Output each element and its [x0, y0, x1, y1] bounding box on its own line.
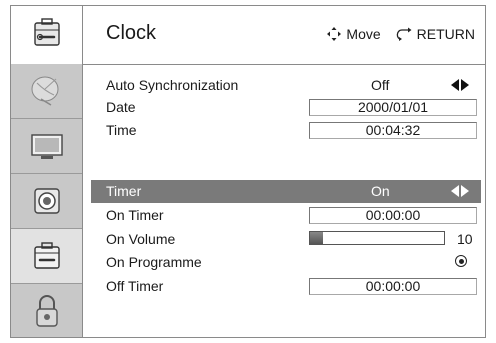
on-volume-label: On Volume — [106, 231, 176, 247]
off-timer-field[interactable]: 00:00:00 — [309, 278, 477, 295]
on-timer-field[interactable]: 00:00:00 — [309, 207, 477, 224]
four-way-arrows-icon — [327, 27, 342, 41]
auto-sync-label: Auto Synchronization — [106, 77, 239, 93]
sidebar-item-channels[interactable] — [11, 64, 82, 119]
timer-label: Timer — [106, 183, 142, 199]
sidebar-item-sound[interactable] — [11, 174, 82, 229]
volume-slider-fill — [310, 232, 324, 244]
on-timer-label: On Timer — [106, 207, 164, 223]
speaker-icon — [33, 188, 60, 214]
timer-value: On — [371, 183, 390, 199]
satellite-dish-icon — [31, 76, 58, 106]
timer-row[interactable]: Timer On — [91, 180, 481, 203]
return-arrow-icon — [396, 27, 412, 41]
left-right-arrows-icon[interactable] — [451, 185, 469, 197]
return-hint-label: RETURN — [416, 26, 475, 42]
volume-slider[interactable] — [309, 231, 445, 245]
date-label: Date — [106, 99, 136, 115]
sidebar-item-lock[interactable] — [11, 284, 82, 339]
sidebar-item-picture[interactable] — [11, 119, 82, 174]
settings-toolbox-icon — [33, 242, 60, 269]
off-timer-row[interactable]: Off Timer 00:00:00 — [91, 275, 481, 297]
time-field[interactable]: 00:04:32 — [309, 122, 477, 139]
on-volume-row[interactable]: On Volume 10 — [91, 228, 481, 250]
auto-sync-row[interactable]: Auto Synchronization Off — [91, 74, 481, 96]
on-programme-label: On Programme — [106, 254, 202, 270]
radio-icon[interactable] — [455, 255, 467, 267]
on-programme-row[interactable]: On Programme — [91, 251, 481, 273]
off-timer-label: Off Timer — [106, 278, 164, 294]
menu-frame: Clock Move RETURN Auto Synchronization O… — [10, 5, 486, 338]
sidebar — [11, 64, 83, 337]
left-right-arrows-icon[interactable] — [451, 79, 469, 91]
move-hint-label: Move — [346, 26, 381, 42]
auto-sync-value: Off — [371, 77, 390, 93]
lock-icon — [35, 294, 58, 327]
date-row[interactable]: Date 2000/01/01 — [91, 96, 481, 118]
on-timer-row[interactable]: On Timer 00:00:00 — [91, 204, 481, 226]
date-field[interactable]: 2000/01/01 — [309, 99, 477, 116]
page-title: Clock — [106, 22, 157, 44]
header-icon-cell — [11, 6, 83, 64]
sidebar-item-settings[interactable] — [11, 229, 82, 284]
time-label: Time — [106, 122, 137, 138]
volume-value: 10 — [457, 231, 473, 247]
settings-toolbox-icon — [34, 18, 60, 46]
nav-hints: Move RETURN — [326, 26, 475, 42]
time-row[interactable]: Time 00:04:32 — [91, 119, 481, 141]
header-bar: Clock Move RETURN — [11, 6, 485, 65]
tv-screen-icon — [30, 134, 63, 159]
